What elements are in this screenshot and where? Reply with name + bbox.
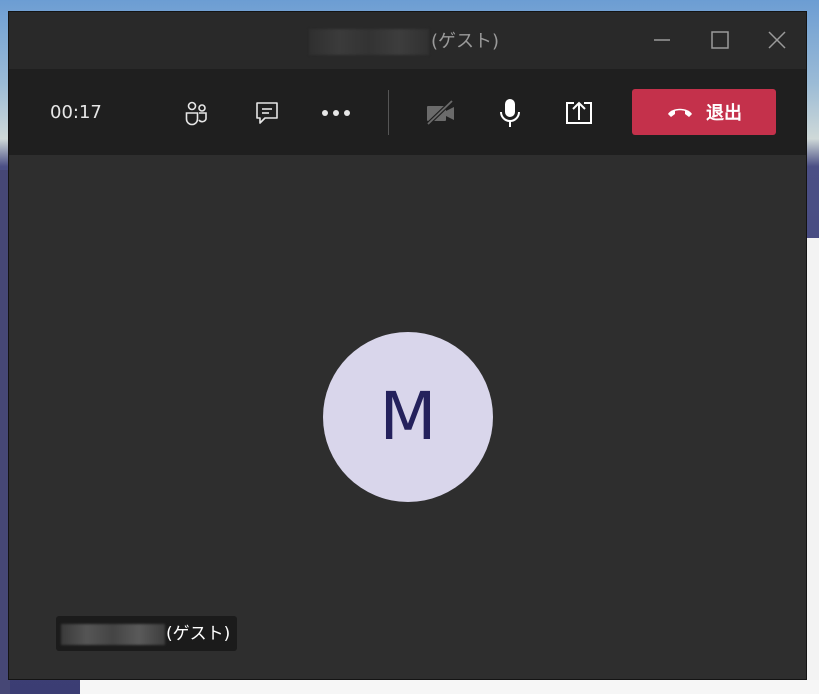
meeting-window: (ゲスト) 00:17 退出 M (ゲスト) xyxy=(8,11,807,680)
more-icon xyxy=(322,110,350,116)
share-screen-button[interactable] xyxy=(556,91,602,135)
chat-button[interactable] xyxy=(244,91,290,135)
avatar-initial: M xyxy=(379,378,437,455)
background-app-panel xyxy=(807,238,819,694)
minimize-button[interactable] xyxy=(642,24,682,56)
leave-button[interactable]: 退出 xyxy=(632,89,776,135)
redacted-participant-name xyxy=(61,624,165,645)
participants-button[interactable] xyxy=(174,91,220,135)
people-icon xyxy=(185,101,207,126)
camera-off-icon xyxy=(426,99,454,126)
maximize-icon xyxy=(711,31,729,49)
camera-toggle-button[interactable] xyxy=(418,91,464,135)
more-options-button[interactable] xyxy=(313,91,359,135)
background-app-bottom xyxy=(80,680,819,694)
participant-name-tag: (ゲスト) xyxy=(56,616,237,651)
close-button[interactable] xyxy=(757,24,797,56)
microphone-icon xyxy=(500,99,520,127)
name-tag-suffix: (ゲスト) xyxy=(166,624,231,644)
redacted-name xyxy=(309,29,429,55)
chat-icon xyxy=(256,102,278,124)
leave-label: 退出 xyxy=(706,103,742,124)
call-timer: 00:17 xyxy=(50,102,102,123)
title-bar[interactable]: (ゲスト) xyxy=(9,12,806,69)
share-screen-icon xyxy=(566,101,592,124)
meeting-toolbar: 00:17 退出 xyxy=(9,69,806,155)
maximize-button[interactable] xyxy=(700,24,740,56)
video-stage: M (ゲスト) xyxy=(9,155,806,679)
microphone-button[interactable] xyxy=(487,91,533,135)
toolbar-divider xyxy=(388,90,389,135)
close-icon xyxy=(768,31,786,49)
hang-up-icon xyxy=(668,108,692,117)
window-title: (ゲスト) xyxy=(431,31,500,52)
participant-avatar: M xyxy=(323,332,493,502)
minimize-icon xyxy=(654,39,670,41)
